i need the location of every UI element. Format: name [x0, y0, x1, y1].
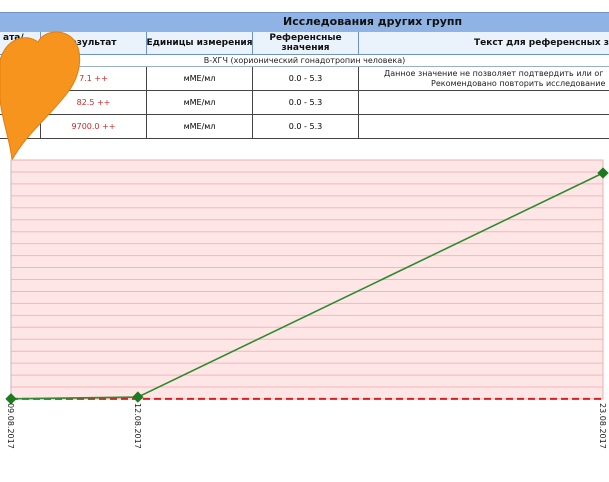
table-title-bar: Исследования других групп	[0, 12, 609, 33]
heart-icon	[0, 31, 81, 162]
cell-units: мМЕ/мл	[147, 67, 253, 90]
cell-note: Данное значение не позволяет подтвердить…	[359, 67, 609, 90]
table-row: 9700.0 ++ мМЕ/мл 0.0 - 5.3	[0, 115, 609, 139]
table-row: 82.5 ++ мМЕ/мл 0.0 - 5.3	[0, 91, 609, 115]
table-row: 7.1 ++ мМЕ/мл 0.0 - 5.3 Данное значение …	[0, 67, 609, 91]
x-tick-label: 12.08.2017	[133, 403, 142, 449]
cell-reference: 0.0 - 5.3	[253, 67, 359, 90]
group-label: B-ХГЧ (хорионический гонадотропин челове…	[0, 55, 609, 67]
header-reference: Референсные значения	[253, 32, 359, 55]
header-units: Единицы измерения	[147, 32, 253, 55]
table-title: Исследования других групп	[283, 15, 463, 28]
cell-note	[359, 91, 609, 114]
x-tick-label: 09.08.2017	[6, 403, 15, 449]
cell-units: мМЕ/мл	[147, 115, 253, 138]
x-tick-label: 23.08.2017	[598, 403, 607, 449]
cell-reference: 0.0 - 5.3	[253, 115, 359, 138]
note-line-2: Рекомендовано повторить исследование	[431, 78, 606, 88]
header-ref-text: Текст для референсных зна	[359, 32, 609, 55]
cell-units: мМЕ/мл	[147, 91, 253, 114]
note-line-1: Данное значение не позволяет подтвердить…	[384, 68, 604, 78]
chart: 09.08.2017 12.08.2017 23.08.2017	[5, 159, 609, 449]
cell-note	[359, 115, 609, 138]
cell-reference: 0.0 - 5.3	[253, 91, 359, 114]
